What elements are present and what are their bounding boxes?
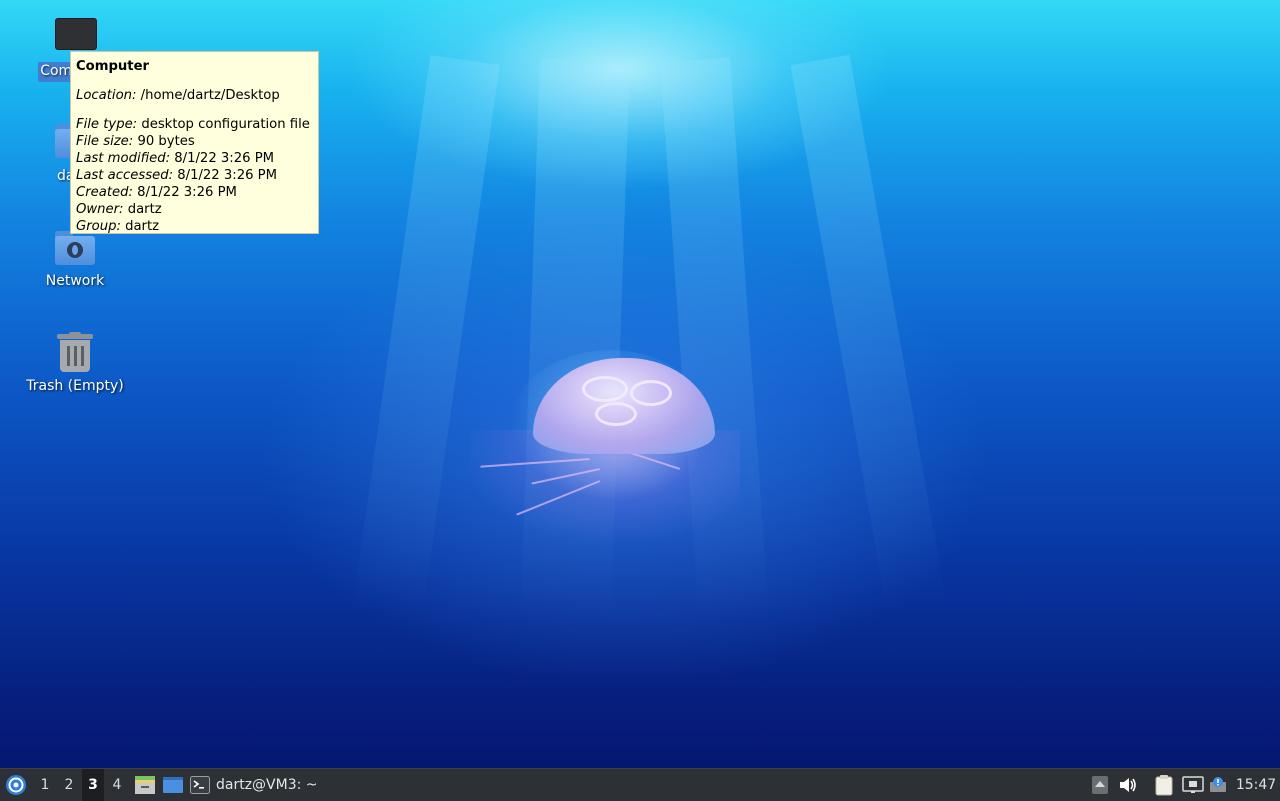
tooltip-row: Group: dartz	[76, 218, 313, 235]
tooltip-row: Last accessed: 8/1/22 3:26 PM	[76, 167, 313, 184]
lubuntu-logo-icon	[6, 775, 26, 795]
tooltip-title: Computer	[76, 59, 150, 74]
network-status-button[interactable]	[1180, 769, 1206, 801]
tooltip-row: Created: 8/1/22 3:26 PM	[76, 184, 313, 201]
desktop-wallpaper: Computer dartz Network Trash (Empty) Com…	[0, 0, 1280, 768]
tooltip-value: 8/1/22 3:26 PM	[137, 185, 237, 200]
trash-icon	[57, 332, 93, 374]
tooltip-key: Location:	[76, 88, 137, 103]
taskbar-window-title: dartz@VM3: ~	[216, 777, 318, 793]
up-arrow-icon	[1092, 776, 1108, 794]
tooltip-row: File size: 90 bytes	[76, 133, 313, 150]
clock[interactable]: 15:47	[1236, 769, 1276, 801]
network-wired-icon	[1182, 776, 1204, 793]
notification-button[interactable]	[1206, 769, 1230, 801]
tooltip-value: /home/dartz/Desktop	[140, 88, 280, 103]
tooltip-value: dartz	[127, 202, 162, 217]
light-ray	[790, 54, 947, 617]
clipboard-button[interactable]	[1152, 769, 1176, 801]
file-manager-icon	[135, 776, 155, 794]
workspace-4[interactable]: 4	[106, 769, 128, 801]
network-folder-icon	[55, 231, 95, 265]
tooltip-key: File type:	[76, 117, 138, 132]
tooltip-row: File type: desktop configuration file	[76, 116, 313, 133]
desktop-icon-label: Trash (Empty)	[26, 378, 124, 394]
clipboard-icon	[1155, 775, 1173, 796]
tooltip-row: Owner: dartz	[76, 201, 313, 218]
workspace-2[interactable]: 2	[58, 769, 80, 801]
jellyfish-image	[470, 350, 740, 550]
computer-icon	[55, 18, 97, 50]
tooltip-key: Created:	[76, 185, 133, 200]
file-manager-launcher[interactable]	[132, 769, 158, 801]
taskbar: 1 2 3 4 dartz@VM3: ~ 15:47	[0, 768, 1280, 801]
workspace-1[interactable]: 1	[34, 769, 56, 801]
desktop-icon-network[interactable]: Network	[20, 228, 130, 292]
tooltip-row: Last modified: 8/1/22 3:26 PM	[76, 150, 313, 167]
taskbar-window-terminal[interactable]: dartz@VM3: ~	[190, 769, 330, 801]
volume-icon	[1120, 778, 1136, 792]
volume-button[interactable]	[1116, 769, 1140, 801]
desktop-icon	[163, 777, 183, 793]
workspace-3[interactable]: 3	[82, 769, 104, 801]
tooltip-value: 8/1/22 3:26 PM	[174, 151, 275, 166]
tooltip-row-location: Location: /home/dartz/Desktop	[76, 87, 313, 104]
file-info-tooltip: Computer Location: /home/dartz/Desktop F…	[70, 51, 319, 234]
tooltip-value: dartz	[125, 219, 160, 234]
tooltip-key: Last accessed:	[76, 168, 174, 183]
update-notification-icon	[1210, 777, 1226, 792]
tray-arrow-button[interactable]	[1090, 769, 1110, 801]
tooltip-key: Last modified:	[76, 151, 171, 166]
tooltip-value: desktop configuration file	[141, 117, 310, 132]
tooltip-value: 8/1/22 3:26 PM	[177, 168, 278, 183]
terminal-icon	[190, 776, 210, 794]
tooltip-key: Owner:	[76, 202, 124, 217]
tooltip-value: 90 bytes	[137, 134, 195, 149]
desktop-icon-trash[interactable]: Trash (Empty)	[20, 330, 130, 398]
tooltip-key: Group:	[76, 219, 121, 234]
show-desktop-button[interactable]	[160, 769, 186, 801]
desktop-icon-label: Network	[45, 273, 105, 289]
start-menu-button[interactable]	[2, 769, 30, 801]
tooltip-key: File size:	[76, 134, 134, 149]
